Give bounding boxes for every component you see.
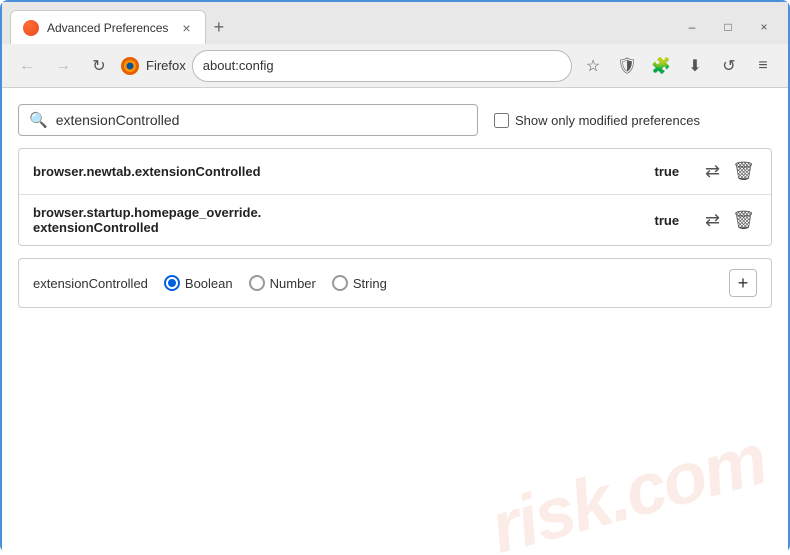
result-name-1: browser.newtab.extensionControlled — [33, 164, 646, 179]
result-name-2: browser.startup.homepage_override. exten… — [33, 205, 646, 235]
extension-button[interactable]: 🧩 — [646, 51, 676, 81]
favicon-icon — [23, 20, 39, 36]
active-tab[interactable]: Advanced Preferences × — [10, 10, 206, 44]
result-actions-2: ⇄ 🗑 — [703, 208, 757, 233]
toolbar-icons: ☆ 🛡 🧩 ⬇ ↺ ≡ — [578, 51, 778, 81]
delete-button-2[interactable]: 🗑 — [730, 208, 757, 233]
radio-circle-string — [332, 275, 348, 291]
result-value-1: true — [654, 164, 679, 179]
search-bar-row: 🔍 Show only modified preferences — [18, 104, 772, 136]
search-input-wrap: 🔍 — [18, 104, 478, 136]
bookmark-button[interactable]: ☆ — [578, 51, 608, 81]
menu-button[interactable]: ≡ — [748, 51, 778, 81]
add-preference-button[interactable]: + — [729, 269, 757, 297]
delete-button-1[interactable]: 🗑 — [730, 159, 757, 184]
plus-icon: + — [738, 273, 749, 294]
close-button[interactable]: × — [748, 13, 780, 41]
search-icon: 🔍 — [29, 111, 48, 129]
trash-icon-1: 🗑 — [732, 161, 755, 182]
watermark: risk.com — [482, 418, 774, 555]
result-actions-1: ⇄ 🗑 — [703, 159, 757, 184]
arrows-icon-2: ⇄ — [705, 210, 720, 231]
shield-button[interactable]: 🛡 — [612, 51, 642, 81]
show-modified-text: Show only modified preferences — [515, 113, 700, 128]
radio-circle-number — [249, 275, 265, 291]
toggle-button-1[interactable]: ⇄ — [703, 159, 722, 184]
download-button[interactable]: ⬇ — [680, 51, 710, 81]
refresh-button[interactable]: ↻ — [84, 51, 114, 81]
show-modified-checkbox[interactable] — [494, 113, 509, 128]
close-tab-button[interactable]: × — [180, 18, 192, 38]
pref-name-label: extensionControlled — [33, 276, 148, 291]
browser-window: Advanced Preferences × + – □ × ← → ↻ Fir… — [2, 2, 788, 555]
new-tab-button[interactable]: + — [206, 13, 233, 42]
toolbar: ← → ↻ Firefox about:config ☆ 🛡 🧩 ⬇ ↺ ≡ — [2, 44, 788, 88]
tab-title: Advanced Preferences — [47, 21, 168, 35]
firefox-label: Firefox — [146, 58, 186, 73]
radio-group: Boolean Number String — [164, 275, 713, 291]
results-table: browser.newtab.extensionControlled true … — [18, 148, 772, 246]
table-row: browser.startup.homepage_override. exten… — [19, 195, 771, 245]
radio-circle-boolean — [164, 275, 180, 291]
radio-dot-boolean — [168, 279, 176, 287]
tab-bar: Advanced Preferences × + – □ × — [2, 2, 788, 44]
toggle-button-2[interactable]: ⇄ — [703, 208, 722, 233]
radio-label-number: Number — [270, 276, 316, 291]
radio-number[interactable]: Number — [249, 275, 316, 291]
trash-icon-2: 🗑 — [732, 210, 755, 231]
firefox-logo-icon — [120, 56, 140, 76]
window-controls: – □ × — [676, 13, 780, 41]
forward-button[interactable]: → — [48, 51, 78, 81]
result-value-2: true — [654, 213, 679, 228]
minimize-button[interactable]: – — [676, 13, 708, 41]
address-bar[interactable]: about:config — [192, 50, 572, 82]
radio-boolean[interactable]: Boolean — [164, 275, 233, 291]
arrows-icon-1: ⇄ — [705, 161, 720, 182]
search-input[interactable] — [56, 112, 467, 128]
table-row: browser.newtab.extensionControlled true … — [19, 149, 771, 195]
address-text: about:config — [203, 58, 274, 73]
show-modified-label[interactable]: Show only modified preferences — [494, 113, 700, 128]
radio-label-string: String — [353, 276, 387, 291]
sync-button[interactable]: ↺ — [714, 51, 744, 81]
maximize-button[interactable]: □ — [712, 13, 744, 41]
back-button[interactable]: ← — [12, 51, 42, 81]
add-preference-row: extensionControlled Boolean Number Strin… — [18, 258, 772, 308]
radio-string[interactable]: String — [332, 275, 387, 291]
page-content: risk.com 🔍 Show only modified preference… — [2, 88, 788, 555]
radio-label-boolean: Boolean — [185, 276, 233, 291]
